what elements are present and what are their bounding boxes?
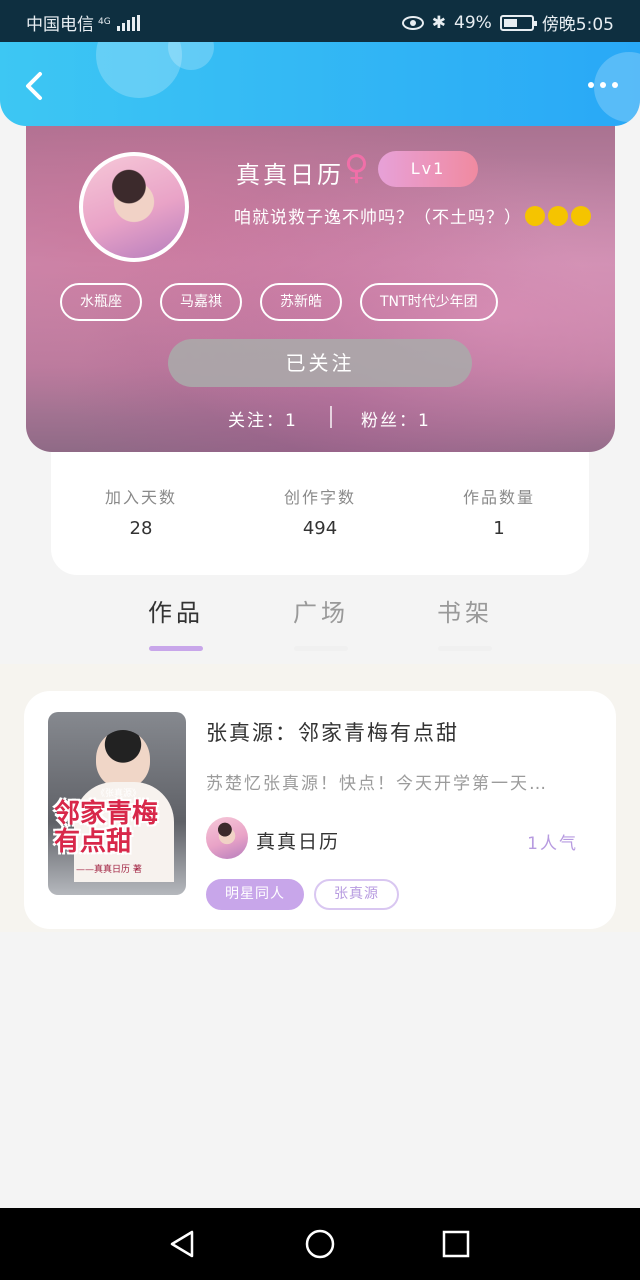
active-tab-indicator [149,646,203,651]
stat-works-count: 作品数量 1 [409,484,589,539]
clock: 傍晚5:05 [541,15,614,35]
stat-label: 加入天数 [104,488,177,507]
grinning-emoji-icon [548,206,568,226]
battery-percent: 49% [454,12,492,33]
bluetooth-icon: ✱ [431,12,447,33]
profile-tags: 水瓶座 马嘉祺 苏新皓 TNT时代少年团 [60,283,498,321]
stat-value: 28 [129,518,153,539]
battery-icon [499,14,537,31]
tab-label: 作品 [148,599,204,627]
stat-word-count: 创作字数 494 [230,484,410,539]
app-bar [0,42,640,126]
level-badge: Lv1 [378,151,478,187]
system-nav-bar [0,1208,640,1280]
profile-tag[interactable]: 苏新皓 [260,283,342,321]
follow-button[interactable]: 已关注 [168,339,472,387]
work-card[interactable]: 《张真源》 邻家青梅有点甜 ——真真日历 著 张真源：邻家青梅有点甜 苏楚忆张真… [24,691,616,929]
grinning-emoji-icon [571,206,591,226]
profile-bio: 咱就说救子逸不帅吗？（不土吗？） [234,203,591,228]
tab-works[interactable]: 作品 [126,593,226,651]
cover-title: 邻家青梅有点甜 [54,799,159,857]
female-gender-icon: ♀ [344,148,369,188]
character-tag[interactable]: 张真源 [314,879,399,910]
square-recents-icon [442,1230,470,1258]
following-count[interactable]: 关注：1 [228,406,298,431]
work-description: 苏楚忆张真源！快点！今天开学第一天… [206,774,548,794]
cover-subtitle: 《张真源》 [96,789,142,799]
fans-count[interactable]: 粉丝：1 [361,406,431,431]
bio-text: 咱就说救子逸不帅吗？（不土吗？） [234,208,522,228]
cover-author: ——真真日历 著 [76,865,142,875]
tab-label: 书架 [437,599,493,627]
nav-recents-button[interactable] [440,1228,472,1260]
profile-tag[interactable]: TNT时代少年团 [360,283,498,321]
circle-home-icon [305,1229,335,1259]
profile-name: 真真日历 [236,161,344,189]
carrier-label: 中国电信 [26,15,94,35]
stat-label: 作品数量 [462,488,535,507]
back-button[interactable] [20,70,48,102]
content-tabs: 作品 广场 书架 [0,593,640,653]
signal-icon [116,14,140,31]
stat-join-days: 加入天数 28 [51,484,231,539]
tab-indicator [294,646,348,651]
network-type-label: 4G [98,17,111,27]
tab-square[interactable]: 广场 [271,593,371,651]
work-title[interactable]: 张真源：邻家青梅有点甜 [206,717,459,747]
nav-home-button[interactable] [304,1228,336,1260]
popularity-count: 1人气 [527,834,578,854]
profile-tag[interactable]: 水瓶座 [60,283,142,321]
profile-tag[interactable]: 马嘉祺 [160,283,242,321]
nav-back-button[interactable] [166,1228,198,1260]
category-tag[interactable]: 明星同人 [206,879,304,910]
grinning-emoji-icon [525,206,545,226]
stat-value: 1 [493,518,505,539]
work-cover-image: 《张真源》 邻家青梅有点甜 ——真真日历 著 [48,712,186,895]
divider [330,406,332,428]
work-author: 真真日历 [256,831,341,853]
avatar[interactable] [79,152,189,262]
author-avatar [206,817,248,859]
profile-header: 真真日历 ♀ Lv1 咱就说救子逸不帅吗？（不土吗？） 水瓶座 马嘉祺 苏新皓 … [26,110,615,452]
tab-indicator [438,646,492,651]
status-bar: 中国电信 4G ✱ 49% 傍晚5:05 [0,0,640,42]
triangle-back-icon [170,1230,194,1258]
more-options-button[interactable] [588,82,618,88]
stat-label: 创作字数 [283,488,356,507]
tab-bookshelf[interactable]: 书架 [415,593,515,651]
stats-panel: 加入天数 28 创作字数 494 作品数量 1 [51,452,589,575]
eye-comfort-icon [401,15,424,30]
more-horizontal-icon [588,82,594,88]
chevron-left-icon [26,72,42,100]
stat-value: 494 [302,518,338,539]
tab-label: 广场 [293,599,349,627]
